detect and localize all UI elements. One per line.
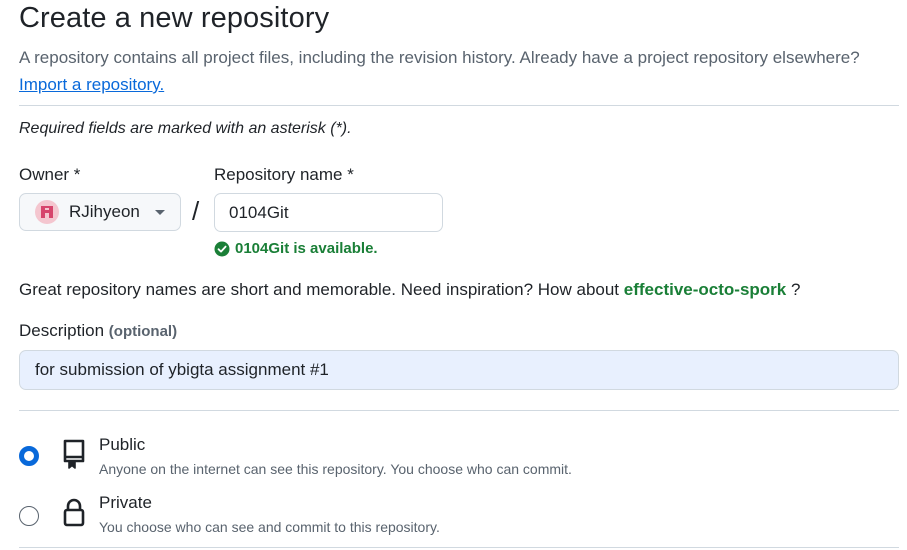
private-description: You choose who can see and commit to thi… bbox=[99, 519, 440, 535]
visibility-divider bbox=[19, 547, 899, 548]
page-title: Create a new repository bbox=[19, 2, 330, 34]
lock-icon bbox=[61, 496, 87, 533]
public-description: Anyone on the internet can see this repo… bbox=[99, 461, 572, 477]
repository-name-label: Repository name * bbox=[214, 165, 354, 184]
name-suggestion: Great repository names are short and mem… bbox=[19, 280, 800, 300]
owner-name: RJihyeon bbox=[69, 202, 140, 221]
check-circle-icon bbox=[214, 241, 230, 256]
header-divider bbox=[19, 105, 899, 106]
owner-select[interactable]: RJihyeon bbox=[19, 193, 181, 231]
availability-message: 0104Git is available. bbox=[214, 240, 378, 257]
availability-text: 0104Git is available. bbox=[235, 240, 378, 257]
repo-icon bbox=[61, 438, 87, 475]
owner-label: Owner * bbox=[19, 165, 81, 184]
required-fields-note: Required fields are marked with an aster… bbox=[19, 120, 352, 137]
private-title: Private bbox=[99, 493, 152, 512]
optional-hint: (optional) bbox=[108, 323, 178, 340]
suggested-name-button[interactable]: effective-octo-spork bbox=[624, 280, 786, 299]
visibility-option-private[interactable]: Private You choose who can see and commi… bbox=[19, 490, 899, 540]
identicon-icon bbox=[40, 205, 54, 219]
public-title: Public bbox=[99, 435, 146, 454]
avatar bbox=[35, 200, 59, 224]
public-radio[interactable] bbox=[19, 446, 39, 466]
import-repository-link[interactable]: Import a repository. bbox=[19, 75, 164, 94]
description-label: Description (optional) bbox=[19, 321, 177, 341]
chevron-down-icon bbox=[154, 209, 165, 215]
repository-name-input[interactable] bbox=[214, 193, 443, 232]
suggestion-prefix: Great repository names are short and mem… bbox=[19, 280, 620, 299]
owner-repo-separator: / bbox=[192, 196, 200, 226]
private-radio[interactable] bbox=[19, 506, 39, 526]
suggestion-suffix: ? bbox=[790, 280, 801, 299]
description-divider bbox=[19, 410, 899, 411]
description-input[interactable] bbox=[19, 350, 899, 390]
page-subtitle: A repository contains all project files,… bbox=[19, 44, 899, 98]
visibility-option-public[interactable]: Public Anyone on the internet can see th… bbox=[19, 432, 899, 482]
description-label-text: Description bbox=[19, 321, 105, 340]
subtitle-text: A repository contains all project files,… bbox=[19, 48, 860, 67]
